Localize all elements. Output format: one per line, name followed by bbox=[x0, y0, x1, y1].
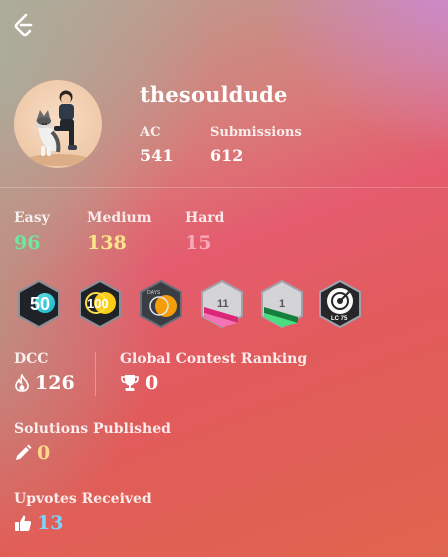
submissions-value: 612 bbox=[210, 146, 244, 165]
badge-number: 11 bbox=[217, 298, 229, 310]
thumbs-up-icon bbox=[15, 515, 32, 531]
username: thesouldude bbox=[140, 82, 288, 107]
medium-value: 138 bbox=[87, 232, 127, 254]
solutions-published-value: 0 bbox=[37, 442, 51, 464]
green-monthly-badge-icon[interactable]: 1 bbox=[258, 279, 306, 329]
dcc-row: 126 bbox=[14, 372, 75, 394]
ac-value: 541 bbox=[140, 146, 174, 165]
contest-ranking-value: 0 bbox=[145, 372, 159, 394]
stats-divider bbox=[95, 352, 96, 396]
solutions-published-label: Solutions Published bbox=[14, 421, 171, 437]
50-days-badge-icon[interactable]: 50 bbox=[15, 279, 63, 329]
easy-value: 96 bbox=[14, 232, 41, 254]
avatar[interactable] bbox=[14, 80, 102, 168]
medium-label: Medium bbox=[87, 210, 152, 226]
upvotes-received-label: Upvotes Received bbox=[14, 491, 152, 507]
badge-number: 1 bbox=[279, 298, 285, 310]
avatar-illustration-icon bbox=[26, 90, 90, 166]
pencil-icon bbox=[16, 444, 32, 460]
contest-ranking-row: 0 bbox=[120, 372, 158, 394]
easy-label: Easy bbox=[14, 210, 50, 226]
submissions-label: Submissions bbox=[210, 125, 302, 140]
badge-number: 50 bbox=[30, 294, 50, 314]
solutions-published-row: 0 bbox=[14, 442, 50, 464]
lc75-badge-icon[interactable]: LC 75 bbox=[316, 279, 364, 329]
hard-value: 15 bbox=[185, 232, 212, 254]
hard-label: Hard bbox=[185, 210, 225, 226]
svg-text:DAYS: DAYS bbox=[147, 290, 161, 296]
pink-monthly-badge-icon[interactable]: 11 bbox=[198, 279, 246, 329]
upvotes-received-value: 13 bbox=[37, 512, 64, 534]
trophy-icon bbox=[121, 375, 139, 391]
contest-ranking-label: Global Contest Ranking bbox=[120, 351, 308, 367]
dcc-label: DCC bbox=[14, 351, 49, 367]
badge-number: LC 75 bbox=[331, 316, 348, 322]
100-days-badge-icon[interactable]: 100 bbox=[76, 279, 124, 329]
dcc-value: 126 bbox=[35, 372, 75, 394]
dark-days-badge-icon[interactable]: DAYS bbox=[137, 279, 185, 329]
upvotes-received-row: 13 bbox=[14, 512, 63, 534]
flame-icon bbox=[15, 374, 29, 392]
ac-label: AC bbox=[140, 125, 161, 140]
section-divider bbox=[0, 187, 448, 188]
badge-number: 100 bbox=[87, 296, 109, 311]
leetcode-logo-icon[interactable] bbox=[12, 12, 36, 40]
